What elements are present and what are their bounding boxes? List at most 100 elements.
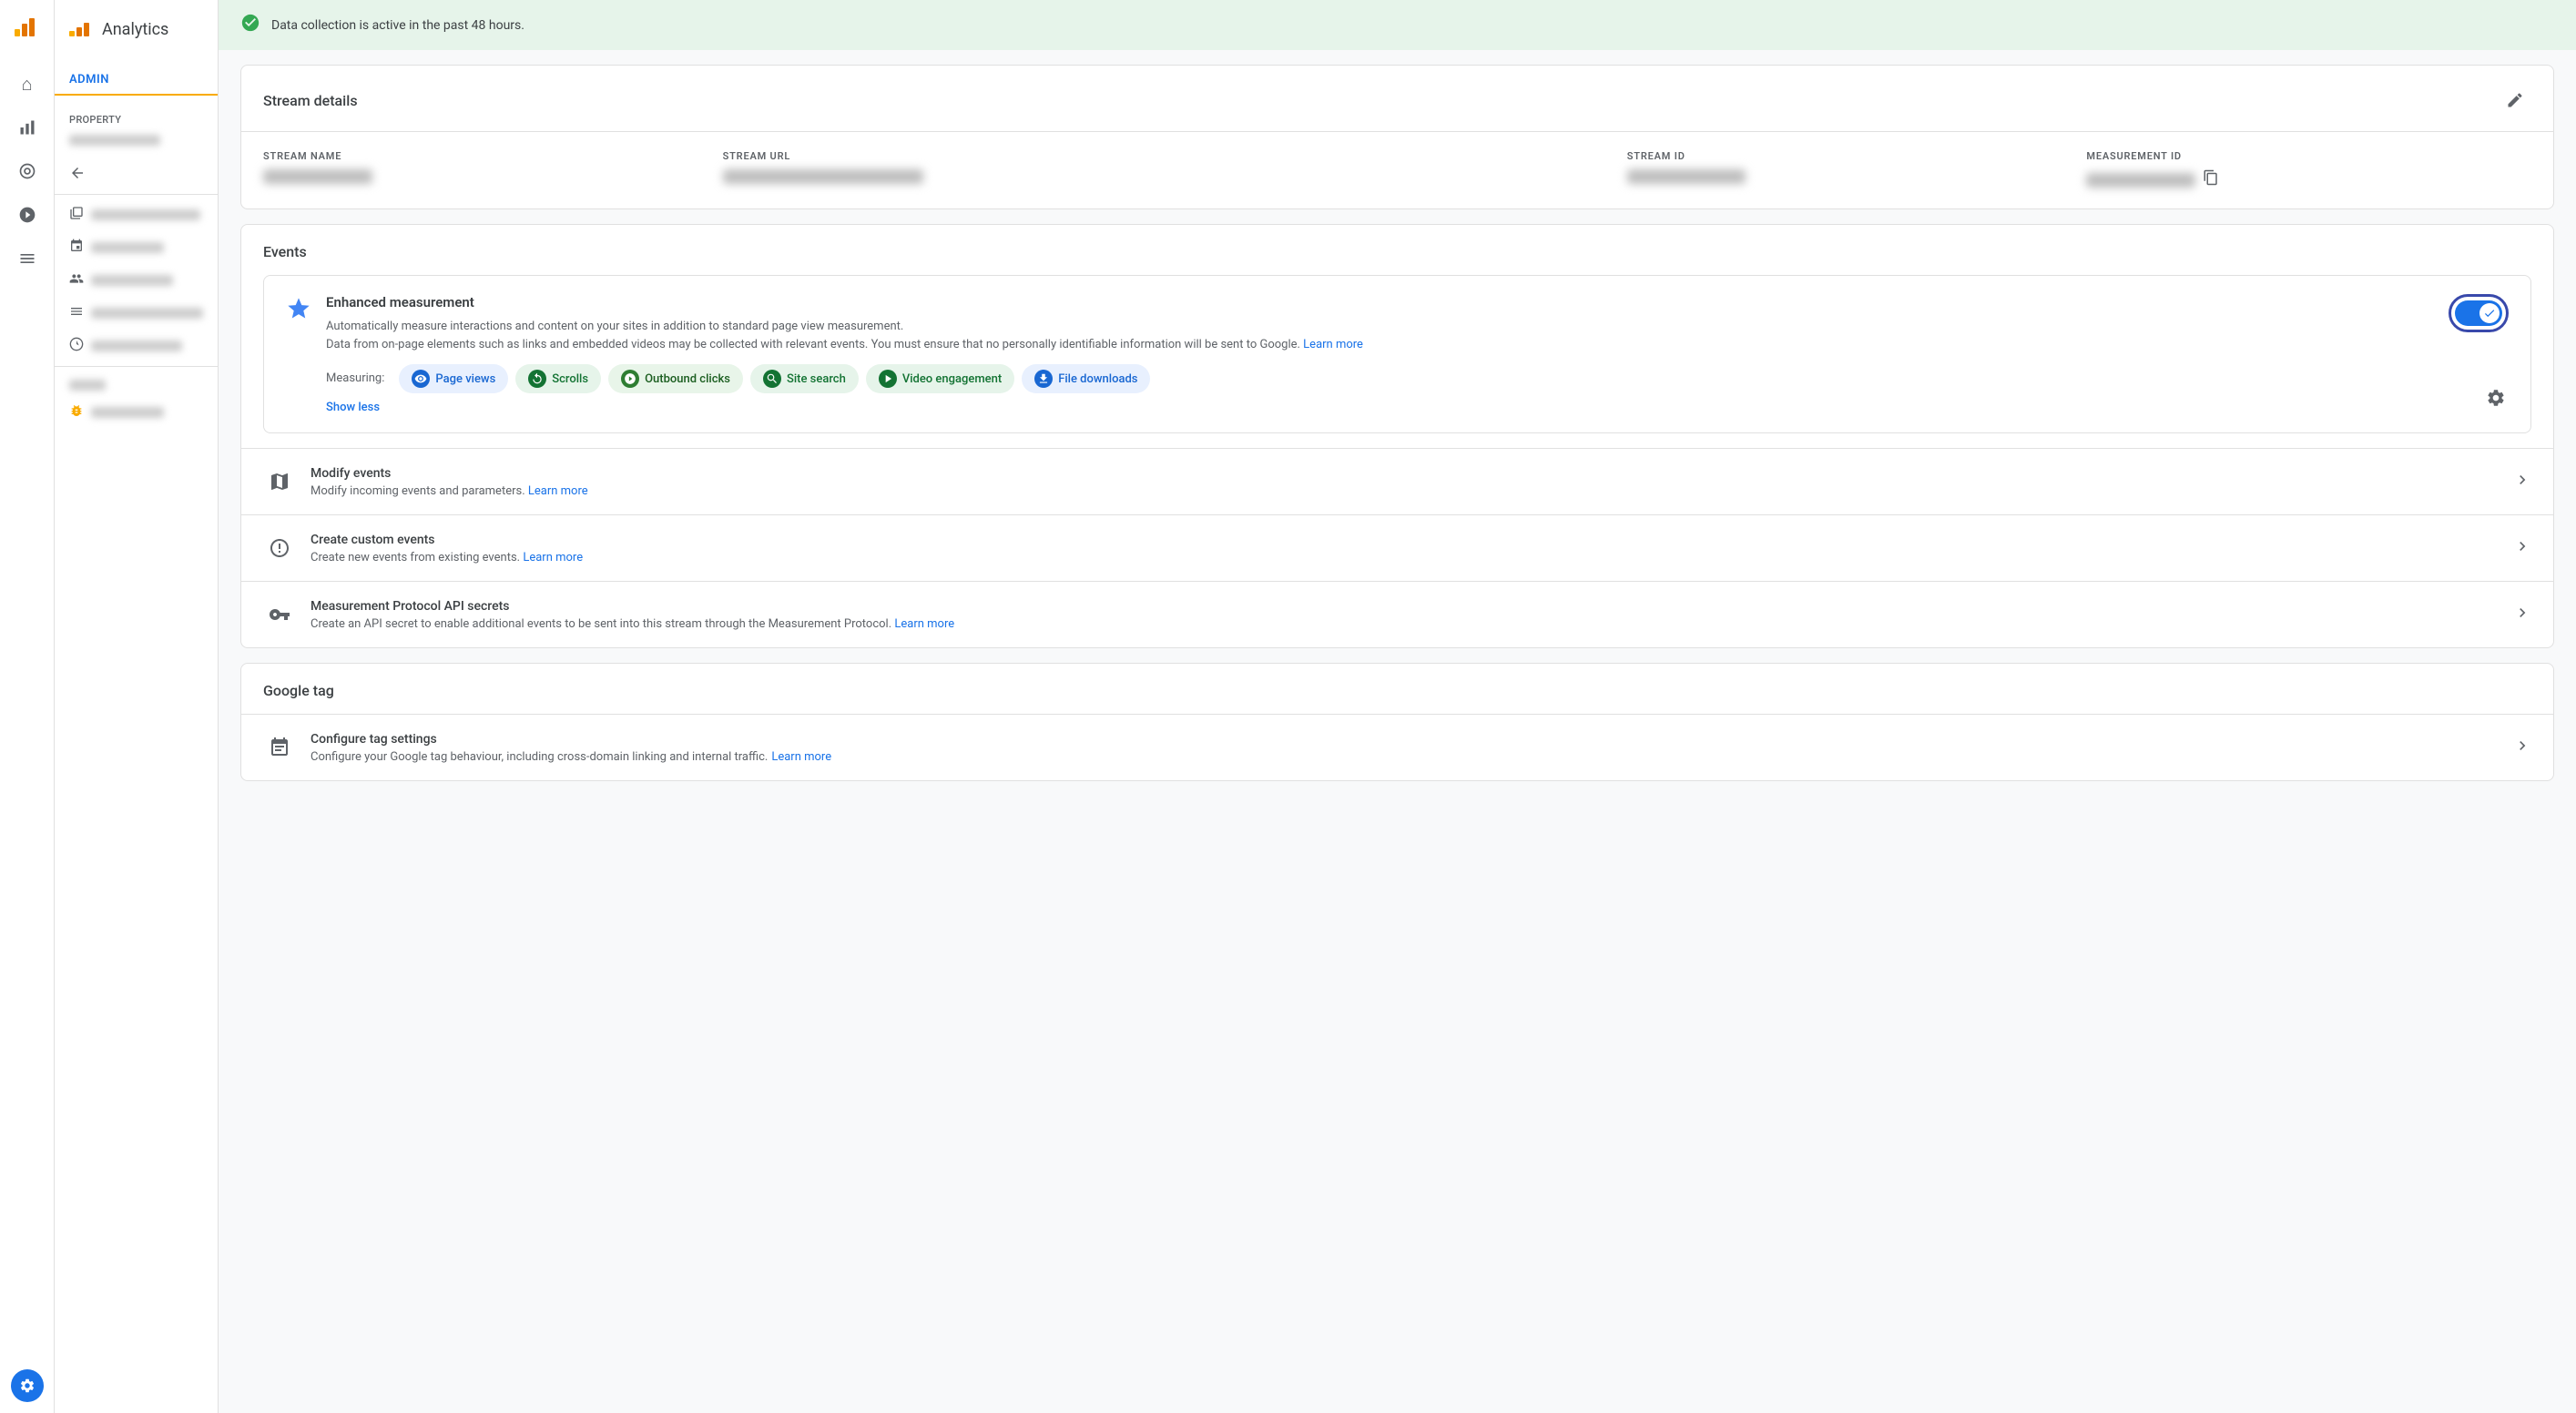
debug-text bbox=[91, 407, 164, 418]
enhanced-measurement: Enhanced measurement Automatically measu… bbox=[263, 275, 2531, 433]
measurement-protocol-learn-more[interactable]: Learn more bbox=[894, 617, 954, 631]
property-label: Property bbox=[55, 103, 218, 129]
chip-page-views-label: Page views bbox=[435, 372, 495, 386]
stream-name-field: STREAM NAME bbox=[263, 150, 708, 190]
enhanced-measurement-icon bbox=[286, 296, 311, 327]
measurement-id-field: MEASUREMENT ID bbox=[2086, 150, 2531, 190]
configure-tag-learn-more[interactable]: Learn more bbox=[771, 750, 831, 764]
scrolls-icon bbox=[528, 370, 546, 388]
chip-scrolls[interactable]: Scrolls bbox=[515, 364, 601, 393]
stream-details-edit-button[interactable] bbox=[2499, 84, 2531, 117]
modify-events-item[interactable]: Modify events Modify incoming events and… bbox=[241, 448, 2553, 514]
stream-name-value bbox=[263, 169, 708, 184]
property-blurred bbox=[69, 135, 160, 146]
admin-item-data-streams[interactable] bbox=[55, 198, 218, 231]
audiences-text bbox=[91, 275, 173, 286]
chip-page-views[interactable]: Page views bbox=[399, 364, 508, 393]
modify-events-title: Modify events bbox=[311, 466, 2499, 481]
custom-dims-text bbox=[91, 308, 203, 319]
stream-name-blurred bbox=[263, 169, 372, 184]
toggle-switch bbox=[2455, 300, 2502, 326]
chip-outbound-clicks-label: Outbound clicks bbox=[645, 372, 730, 386]
measuring-label: Measuring: bbox=[326, 364, 384, 385]
alert-text: Data collection is active in the past 48… bbox=[271, 18, 524, 33]
admin-item-audiences[interactable] bbox=[55, 264, 218, 297]
enhanced-desc-1: Automatically measure interactions and c… bbox=[326, 318, 2419, 353]
events-header: Events bbox=[241, 225, 2553, 275]
google-tag-card: Google tag Configure tag settings Config… bbox=[240, 663, 2554, 781]
stream-details-card: Stream details STREAM NAME STREAM URL ST… bbox=[240, 65, 2554, 209]
stream-url-blurred bbox=[723, 169, 923, 184]
show-less-button[interactable]: Show less bbox=[326, 401, 380, 414]
toggle-knob bbox=[2479, 303, 2500, 323]
modify-events-content: Modify events Modify incoming events and… bbox=[311, 466, 2499, 498]
configure-tag-item[interactable]: Configure tag settings Configure your Go… bbox=[241, 714, 2553, 780]
admin-label: ADMIN bbox=[69, 73, 203, 94]
chip-site-search[interactable]: Site search bbox=[750, 364, 859, 393]
google-tag-header: Google tag bbox=[241, 664, 2553, 714]
configure-tag-desc: Configure your Google tag behaviour, inc… bbox=[311, 750, 2499, 764]
back-button[interactable] bbox=[55, 156, 218, 190]
chip-video-engagement-label: Video engagement bbox=[902, 372, 1002, 386]
admin-header: ADMIN bbox=[55, 58, 218, 96]
measurement-protocol-title: Measurement Protocol API secrets bbox=[311, 599, 2499, 614]
admin-divider-1 bbox=[55, 194, 218, 195]
settings-button[interactable] bbox=[11, 1369, 44, 1402]
stream-id-blurred bbox=[1627, 169, 1746, 184]
create-custom-events-item[interactable]: Create custom events Create new events f… bbox=[241, 514, 2553, 581]
chip-scrolls-label: Scrolls bbox=[552, 372, 588, 386]
sidebar-item-explore[interactable] bbox=[9, 153, 46, 189]
alert-icon bbox=[240, 13, 260, 37]
chip-site-search-label: Site search bbox=[787, 372, 846, 386]
events-card: Events Enhanced measurement Automaticall… bbox=[240, 224, 2554, 648]
admin-logo-row: Analytics bbox=[55, 0, 218, 58]
measuring-settings-button[interactable] bbox=[2479, 381, 2512, 414]
sidebar-item-reports[interactable] bbox=[9, 109, 46, 146]
measurement-id-blurred bbox=[2086, 173, 2195, 188]
admin-item-debug[interactable] bbox=[55, 396, 218, 429]
create-custom-events-learn-more[interactable]: Learn more bbox=[523, 551, 583, 564]
create-custom-events-icon bbox=[263, 532, 296, 564]
sidebar-item-home[interactable]: ⌂ bbox=[9, 66, 46, 102]
chip-outbound-clicks[interactable]: Outbound clicks bbox=[608, 364, 743, 393]
chip-file-downloads-label: File downloads bbox=[1058, 372, 1137, 386]
site-search-icon bbox=[763, 370, 781, 388]
logo-bar-s2 bbox=[76, 27, 82, 36]
main-content: Data collection is active in the past 48… bbox=[219, 0, 2576, 1413]
stream-url-field: STREAM URL bbox=[723, 150, 1613, 190]
enhanced-title: Enhanced measurement bbox=[326, 294, 2419, 310]
modify-events-learn-more[interactable]: Learn more bbox=[528, 484, 588, 498]
logo-bar-2 bbox=[22, 24, 27, 36]
create-custom-events-title: Create custom events bbox=[311, 533, 2499, 547]
enhanced-measurement-toggle[interactable] bbox=[2449, 294, 2509, 332]
measurement-protocol-item[interactable]: Measurement Protocol API secrets Create … bbox=[241, 581, 2553, 647]
enhanced-content: Enhanced measurement Automatically measu… bbox=[326, 294, 2419, 414]
measurement-protocol-content: Measurement Protocol API secrets Create … bbox=[311, 599, 2499, 631]
logo-bar-s1 bbox=[69, 31, 75, 36]
chip-video-engagement[interactable]: Video engagement bbox=[866, 364, 1014, 393]
logo-bar-3 bbox=[29, 18, 35, 36]
logo-icon bbox=[15, 18, 35, 36]
modify-events-chevron bbox=[2513, 471, 2531, 493]
stream-id-value bbox=[1627, 169, 2072, 184]
events-text bbox=[91, 242, 164, 253]
admin-item-events[interactable] bbox=[55, 231, 218, 264]
admin-divider-2 bbox=[55, 366, 218, 367]
admin-item-custom-metrics[interactable] bbox=[55, 330, 218, 362]
copy-icon[interactable] bbox=[2203, 169, 2219, 190]
sidebar-item-configure[interactable] bbox=[9, 240, 46, 277]
enhanced-learn-more[interactable]: Learn more bbox=[1303, 338, 1363, 351]
create-custom-events-chevron bbox=[2513, 537, 2531, 560]
file-downloads-icon bbox=[1034, 370, 1053, 388]
admin-item-custom-dims[interactable] bbox=[55, 297, 218, 330]
configure-tag-icon bbox=[263, 731, 296, 764]
measurement-id-value bbox=[2086, 169, 2531, 190]
measuring-chips: Page views Scrolls Outboun bbox=[399, 364, 2419, 393]
audiences-icon bbox=[69, 271, 84, 290]
chip-file-downloads[interactable]: File downloads bbox=[1022, 364, 1150, 393]
measuring-row: Measuring: Page views Scroll bbox=[326, 364, 2419, 393]
stream-details-grid: STREAM NAME STREAM URL STREAM ID MEASURE… bbox=[241, 132, 2553, 208]
admin-nav: Property bbox=[55, 96, 218, 436]
sidebar-item-advertising[interactable] bbox=[9, 197, 46, 233]
stream-name-label: STREAM NAME bbox=[263, 150, 708, 162]
